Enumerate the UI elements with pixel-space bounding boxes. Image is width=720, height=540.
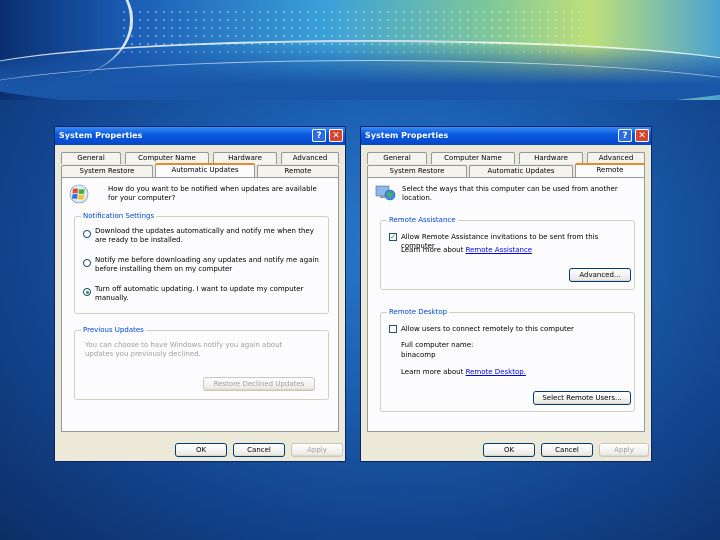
right-tab-row-2: System Restore Automatic Updates Remote xyxy=(367,163,645,177)
close-icon[interactable]: ✕ xyxy=(329,129,343,142)
left-ok-button[interactable]: OK xyxy=(175,443,227,457)
option-turn-off-label[interactable]: Turn off automatic updating. I want to u… xyxy=(95,285,319,303)
tab-automatic-updates[interactable]: Automatic Updates xyxy=(155,163,255,177)
remote-assistance-label: Remote Assistance xyxy=(387,216,458,224)
remote-desktop-group: Remote Desktop Allow users to connect re… xyxy=(380,308,635,412)
remote-desktop-learn-more: Learn more about Remote Desktop. xyxy=(401,368,633,377)
tab-automatic-updates[interactable]: Automatic Updates xyxy=(469,165,573,177)
right-window-title: System Properties xyxy=(365,131,449,140)
right-ok-button[interactable]: OK xyxy=(483,443,535,457)
allow-remote-assistance-checkbox[interactable]: ✓ xyxy=(389,233,397,241)
advanced-button[interactable]: Advanced... xyxy=(569,268,631,282)
close-icon[interactable]: ✕ xyxy=(635,129,649,142)
left-tab-panel: How do you want to be notified when upda… xyxy=(61,177,339,432)
right-tab-panel: Select the ways that this computer can b… xyxy=(367,177,645,432)
tab-general[interactable]: General xyxy=(61,152,121,164)
left-title-bar[interactable]: System Properties ? ✕ xyxy=(55,127,345,145)
tab-advanced[interactable]: Advanced xyxy=(281,152,339,164)
globe-computer-icon xyxy=(375,185,396,201)
right-intro-text: Select the ways that this computer can b… xyxy=(402,185,618,202)
option-download-auto-label[interactable]: Download the updates automatically and n… xyxy=(95,227,319,245)
radio-notify-before[interactable] xyxy=(83,259,91,267)
allow-remote-desktop-checkbox[interactable] xyxy=(389,325,397,333)
learn-more-prefix: Learn more about xyxy=(401,246,464,254)
tab-remote[interactable]: Remote xyxy=(575,163,645,177)
remote-assistance-group: Remote Assistance ✓ Allow Remote Assista… xyxy=(380,216,635,290)
select-remote-users-button[interactable]: Select Remote Users... xyxy=(533,391,631,405)
windows-logo-icon xyxy=(69,184,89,204)
left-window-title: System Properties xyxy=(59,131,143,140)
notification-settings-group: Notification Settings Download the updat… xyxy=(74,212,329,314)
right-title-bar[interactable]: System Properties ? ✕ xyxy=(361,127,651,145)
notification-settings-label: Notification Settings xyxy=(81,212,157,220)
allow-remote-desktop-label[interactable]: Allow users to connect remotely to this … xyxy=(401,325,633,334)
left-intro-text: How do you want to be notified when upda… xyxy=(108,185,317,202)
remote-assistance-link[interactable]: Remote Assistance xyxy=(466,246,533,254)
previous-updates-label: Previous Updates xyxy=(81,326,146,334)
restore-declined-updates-button[interactable]: Restore Declined Updates xyxy=(203,377,315,391)
left-cancel-button[interactable]: Cancel xyxy=(233,443,285,457)
remote-desktop-link[interactable]: Remote Desktop. xyxy=(466,368,526,376)
radio-turn-off[interactable] xyxy=(83,288,91,296)
tab-computer-name[interactable]: Computer Name xyxy=(431,152,515,164)
learn-more-prefix: Learn more about xyxy=(401,368,464,376)
tab-hardware[interactable]: Hardware xyxy=(519,152,583,164)
tab-system-restore[interactable]: System Restore xyxy=(61,165,153,177)
tab-remote[interactable]: Remote xyxy=(257,165,339,177)
right-apply-button[interactable]: Apply xyxy=(599,443,649,457)
right-system-properties-window: System Properties ? ✕ General Computer N… xyxy=(360,126,652,462)
remote-assistance-learn-more: Learn more about Remote Assistance xyxy=(401,246,633,255)
help-icon[interactable]: ? xyxy=(618,129,632,142)
left-tab-row-2: System Restore Automatic Updates Remote xyxy=(61,163,339,177)
previous-updates-text: You can choose to have Windows notify yo… xyxy=(85,341,283,358)
help-icon[interactable]: ? xyxy=(312,129,326,142)
full-computer-name-label: Full computer name: xyxy=(401,341,474,349)
tab-general[interactable]: General xyxy=(367,152,427,164)
tab-system-restore[interactable]: System Restore xyxy=(367,165,467,177)
previous-updates-group: Previous Updates You can choose to have … xyxy=(74,326,329,400)
left-system-properties-window: System Properties ? ✕ General Computer N… xyxy=(54,126,346,462)
remote-desktop-label: Remote Desktop xyxy=(387,308,450,316)
header-banner xyxy=(0,0,720,100)
option-notify-before-label[interactable]: Notify me before downloading any updates… xyxy=(95,256,319,274)
full-computer-name-value: binacomp xyxy=(401,351,436,359)
right-cancel-button[interactable]: Cancel xyxy=(541,443,593,457)
radio-download-auto[interactable] xyxy=(83,230,91,238)
left-apply-button[interactable]: Apply xyxy=(291,443,343,457)
